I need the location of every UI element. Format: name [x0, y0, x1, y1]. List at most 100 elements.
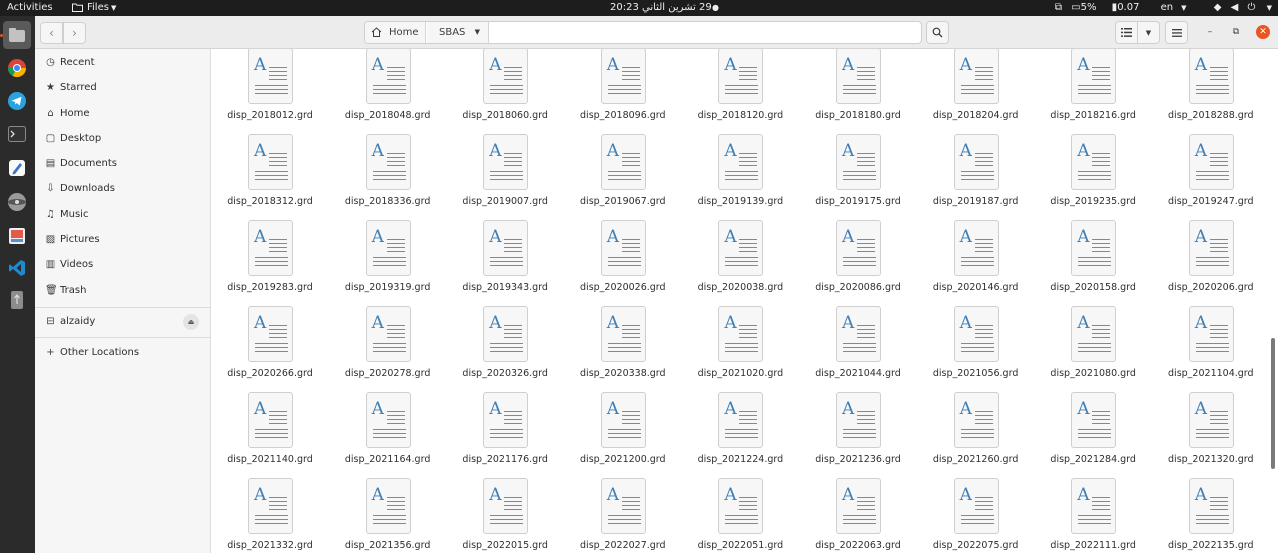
breadcrumb-sbas[interactable]: SBAS ▼ [427, 22, 489, 43]
file-item[interactable]: Adisp_2021236.grd [799, 392, 917, 479]
maximize-button[interactable]: ⧉ [1229, 25, 1243, 39]
close-button[interactable]: ✕ [1256, 25, 1270, 39]
file-item[interactable]: Adisp_2019139.grd [681, 134, 799, 221]
usb-drive-icon[interactable] [5, 288, 29, 312]
power-icon[interactable]: ⏻ [1248, 0, 1256, 16]
file-item[interactable]: Adisp_2020038.grd [681, 220, 799, 307]
app-menu-button[interactable]: Files ▼ [72, 0, 116, 16]
scrollbar-thumb[interactable] [1271, 338, 1275, 469]
sidebar-item-recent[interactable]: ◷ Recent [35, 52, 210, 74]
file-item[interactable]: Adisp_2022111.grd [1034, 478, 1152, 553]
language-indicator[interactable]: en ▼ [1161, 0, 1193, 16]
file-item[interactable]: Adisp_2020266.grd [211, 306, 329, 393]
breadcrumb-home[interactable]: Home [365, 22, 426, 43]
file-item[interactable]: Adisp_2021044.grd [799, 306, 917, 393]
disk-icon[interactable] [5, 190, 29, 214]
file-item[interactable]: Adisp_2021020.grd [681, 306, 799, 393]
file-item[interactable]: Adisp_2022051.grd [681, 478, 799, 553]
sidebar-item-pictures[interactable]: ▨ Pictures [35, 229, 210, 251]
file-item[interactable]: Adisp_2018336.grd [329, 134, 447, 221]
sidebar-item-documents[interactable]: ▤ Documents [35, 153, 210, 175]
sidebar-item-home[interactable]: ⌂ Home [35, 103, 210, 125]
file-item[interactable]: Adisp_2019319.grd [329, 220, 447, 307]
file-item[interactable]: Adisp_2018312.grd [211, 134, 329, 221]
file-item[interactable]: Adisp_2019187.grd [917, 134, 1035, 221]
file-item[interactable]: Adisp_2018216.grd [1034, 49, 1152, 135]
file-item[interactable]: Adisp_2021176.grd [446, 392, 564, 479]
file-item[interactable]: Adisp_2021284.grd [1034, 392, 1152, 479]
sidebar-item-starred[interactable]: ★ Starred [35, 77, 210, 99]
view-toggle-button[interactable] [1115, 21, 1138, 44]
chrome-icon[interactable] [5, 56, 29, 80]
volume-icon[interactable]: ◀ [1231, 0, 1239, 16]
terminal-icon[interactable] [5, 122, 29, 146]
back-button[interactable]: ‹ [40, 22, 63, 44]
file-item[interactable]: Adisp_2020146.grd [917, 220, 1035, 307]
cpu-indicator[interactable]: ▮0.07 [1112, 0, 1146, 16]
sidebar-item-other-locations[interactable]: + Other Locations [35, 342, 210, 364]
minimize-button[interactable]: – [1203, 25, 1217, 39]
menu-button[interactable] [1165, 21, 1188, 44]
file-item[interactable]: Adisp_2021320.grd [1152, 392, 1267, 479]
file-item[interactable]: Adisp_2018048.grd [329, 49, 447, 135]
file-item[interactable]: Adisp_2021164.grd [329, 392, 447, 479]
file-item[interactable]: Adisp_2020026.grd [564, 220, 682, 307]
file-item[interactable]: Adisp_2019235.grd [1034, 134, 1152, 221]
scrollbar[interactable] [1267, 49, 1278, 553]
file-item[interactable]: Adisp_2021332.grd [211, 478, 329, 553]
file-item[interactable]: Adisp_2022063.grd [799, 478, 917, 553]
sidebar-item-music[interactable]: ♫ Music [35, 204, 210, 226]
file-item[interactable]: Adisp_2020206.grd [1152, 220, 1267, 307]
file-item[interactable]: Adisp_2021356.grd [329, 478, 447, 553]
file-item[interactable]: Adisp_2018120.grd [681, 49, 799, 135]
file-item[interactable]: Adisp_2021260.grd [917, 392, 1035, 479]
activities-button[interactable]: Activities [7, 0, 53, 16]
system-tray[interactable]: ⧉ ▭5% ▮0.07 en ▼ ◆ ◀ ⏻ ▼ [1055, 0, 1278, 16]
sidebar-item-trash[interactable]: 🗑 Trash [35, 280, 210, 302]
view-options-button[interactable]: ▼ [1138, 21, 1160, 44]
eject-button[interactable]: ⏏ [183, 314, 199, 330]
file-item[interactable]: Adisp_2019247.grd [1152, 134, 1267, 221]
file-item[interactable]: Adisp_2020338.grd [564, 306, 682, 393]
image-viewer-icon[interactable] [5, 224, 29, 248]
file-item[interactable]: Adisp_2019343.grd [446, 220, 564, 307]
file-item[interactable]: Adisp_2021104.grd [1152, 306, 1267, 393]
file-item[interactable]: Adisp_2018204.grd [917, 49, 1035, 135]
sidebar-item-videos[interactable]: ▥ Videos [35, 254, 210, 276]
clock-button[interactable]: 20:23 29 تشرين الثاني [610, 0, 712, 16]
screen-icon[interactable]: ⧉ [1055, 0, 1062, 16]
file-item[interactable]: Adisp_2020086.grd [799, 220, 917, 307]
file-item[interactable]: Adisp_2022027.grd [564, 478, 682, 553]
files-icon[interactable] [3, 21, 31, 49]
file-item[interactable]: Adisp_2021140.grd [211, 392, 329, 479]
caret-down-icon[interactable]: ▼ [1267, 0, 1272, 16]
file-item[interactable]: Adisp_2021056.grd [917, 306, 1035, 393]
sidebar-item-desktop[interactable]: ▢ Desktop [35, 128, 210, 150]
file-item[interactable]: Adisp_2020326.grd [446, 306, 564, 393]
file-item[interactable]: Adisp_2022015.grd [446, 478, 564, 553]
battery-indicator[interactable]: ▭5% [1071, 0, 1102, 16]
wifi-icon[interactable]: ◆ [1214, 0, 1222, 16]
file-item[interactable]: Adisp_2018060.grd [446, 49, 564, 135]
sidebar-item-downloads[interactable]: ⇩ Downloads [35, 178, 210, 200]
file-item[interactable]: Adisp_2019007.grd [446, 134, 564, 221]
file-item[interactable]: Adisp_2022075.grd [917, 478, 1035, 553]
file-item[interactable]: Adisp_2019067.grd [564, 134, 682, 221]
file-item[interactable]: Adisp_2018288.grd [1152, 49, 1267, 135]
vscode-icon[interactable] [5, 256, 29, 280]
file-item[interactable]: Adisp_2018012.grd [211, 49, 329, 135]
file-item[interactable]: Adisp_2020158.grd [1034, 220, 1152, 307]
file-item[interactable]: Adisp_2018096.grd [564, 49, 682, 135]
file-item[interactable]: Adisp_2019175.grd [799, 134, 917, 221]
file-item[interactable]: Adisp_2021224.grd [681, 392, 799, 479]
file-item[interactable]: Adisp_2018180.grd [799, 49, 917, 135]
file-item[interactable]: Adisp_2019283.grd [211, 220, 329, 307]
file-item[interactable]: Adisp_2021080.grd [1034, 306, 1152, 393]
file-item[interactable]: Adisp_2020278.grd [329, 306, 447, 393]
file-item[interactable]: Adisp_2022135.grd [1152, 478, 1267, 553]
search-button[interactable] [926, 21, 949, 44]
file-item[interactable]: Adisp_2021200.grd [564, 392, 682, 479]
text-editor-icon[interactable] [5, 156, 29, 180]
telegram-icon[interactable] [5, 89, 29, 113]
forward-button[interactable]: › [63, 22, 86, 44]
